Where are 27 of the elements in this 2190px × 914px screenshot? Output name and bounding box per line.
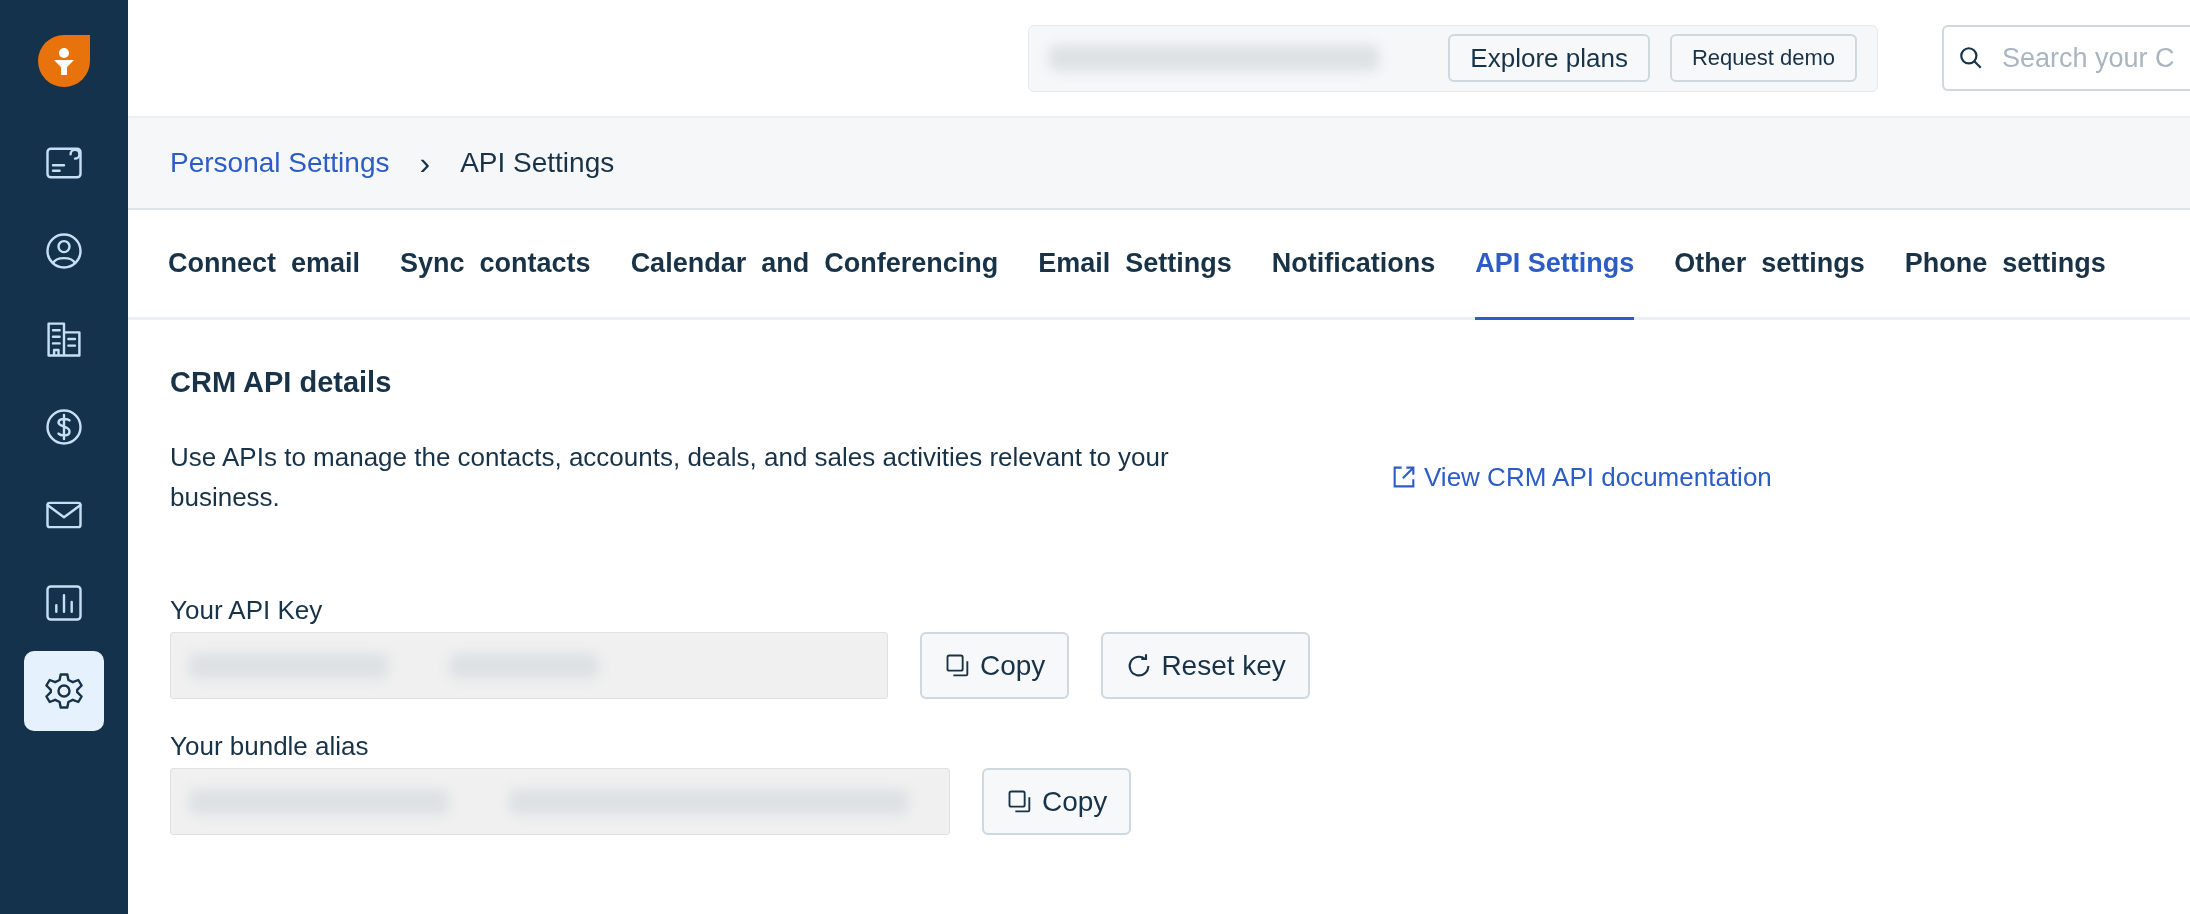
settings-tab[interactable]: Notifications	[1271, 210, 1436, 320]
field-label: Your bundle alias	[170, 731, 370, 762]
readonly-field[interactable]	[170, 768, 950, 835]
logo-icon	[36, 33, 92, 89]
settings-tab[interactable]: Connect email	[168, 210, 361, 320]
breadcrumb-current: API Settings	[460, 147, 615, 179]
breadcrumb-link[interactable]: Personal Settings	[170, 147, 390, 179]
section-description: Use APIs to manage the contacts, accounts, deals, and sales activities relevant to your business.	[170, 441, 1170, 514]
settings-tab[interactable]: Phone settings	[1904, 210, 2106, 320]
request-demo-button[interactable]: Request demo	[1669, 34, 1857, 82]
breadcrumb-separator: ›	[419, 144, 431, 182]
settings-tab[interactable]: API Settings	[1475, 210, 1635, 320]
search-field[interactable]: Search your C	[1942, 25, 2190, 91]
settings-tab[interactable]: Sync contacts	[400, 210, 591, 320]
field-label: Your API Key	[170, 595, 324, 626]
copy-button[interactable]: Copy	[982, 768, 1132, 835]
search-icon	[1958, 45, 1984, 71]
copy-button[interactable]: Copy	[920, 632, 1070, 699]
settings-nav-item[interactable]	[24, 651, 104, 731]
settings-tab[interactable]: Calendar and Conferencing	[630, 210, 999, 320]
section-title: CRM API details	[170, 366, 393, 399]
readonly-field[interactable]	[170, 632, 888, 699]
reset-button[interactable]: Reset key	[1101, 632, 1310, 699]
explore-plans-button[interactable]: Explore plans	[1448, 34, 1650, 82]
documentation-link[interactable]: View CRM API documentation	[1390, 461, 1772, 493]
settings-tab[interactable]: Other settings	[1674, 210, 1865, 320]
settings-tab[interactable]: Email Settings	[1038, 210, 1232, 320]
